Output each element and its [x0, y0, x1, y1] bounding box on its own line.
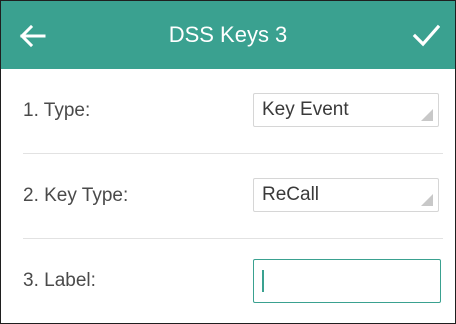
checkmark-icon: [412, 24, 440, 47]
type-label: 1. Type:: [23, 100, 91, 121]
title-bar: DSS Keys 3: [1, 1, 455, 69]
dropdown-corner-icon: [421, 194, 433, 206]
text-caret: [262, 270, 264, 292]
key-type-select-value: ReCall: [262, 184, 320, 205]
dropdown-corner-icon: [421, 109, 433, 121]
key-type-select[interactable]: ReCall: [253, 178, 439, 212]
label-input[interactable]: [253, 259, 441, 303]
type-select[interactable]: Key Event: [253, 93, 439, 127]
type-select-value: Key Event: [262, 99, 349, 120]
save-button[interactable]: [409, 19, 443, 53]
label-row: 3. Label:: [23, 239, 441, 323]
label-field-label: 3. Label:: [23, 270, 96, 291]
key-type-label: 2. Key Type:: [23, 185, 129, 206]
page-title: DSS Keys 3: [168, 22, 288, 47]
type-row: 1. Type: Key Event: [23, 69, 439, 153]
screen-frame: DSS Keys 3 1. Type: Key Event 2. Key Typ…: [0, 0, 456, 324]
key-type-row: 2. Key Type: ReCall: [23, 154, 439, 238]
